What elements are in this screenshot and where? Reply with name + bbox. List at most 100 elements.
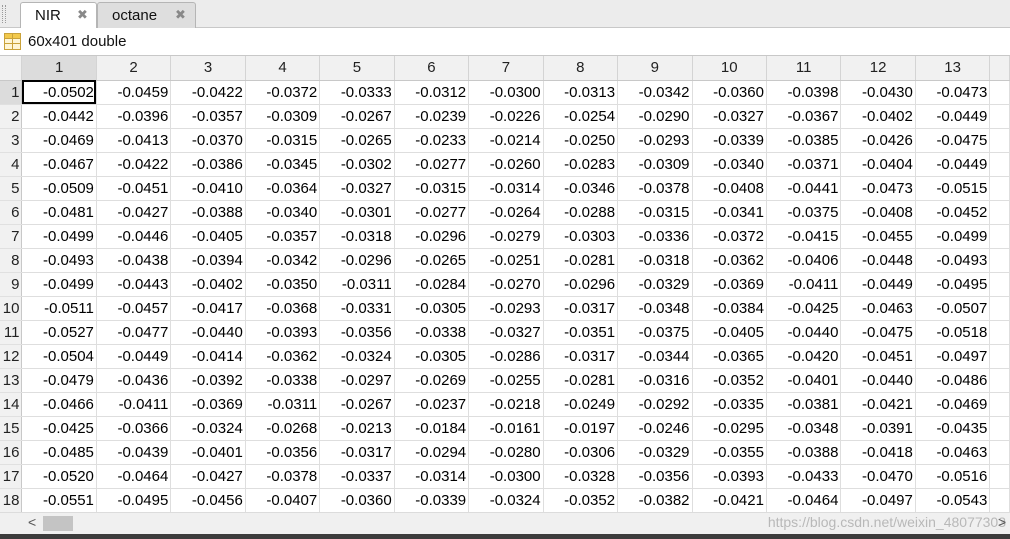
table-cell[interactable]: -0.0260	[468, 152, 544, 177]
table-cell[interactable]: -0.0385	[766, 128, 842, 153]
table-cell[interactable]: -0.0401	[766, 368, 842, 393]
table-cell[interactable]: -0.0543	[915, 488, 991, 512]
table-cell[interactable]: -0.0309	[617, 152, 693, 177]
column-header[interactable]: 2	[96, 56, 172, 81]
table-cell[interactable]: -0.0280	[468, 440, 544, 465]
table-cell[interactable]: -0.0459	[96, 80, 172, 105]
table-cell[interactable]: -0.0420	[766, 344, 842, 369]
table-cell[interactable]: -0.0293	[617, 128, 693, 153]
row-header[interactable]: 16	[0, 440, 23, 465]
table-cell[interactable]: -0.0313	[543, 80, 619, 105]
table-cell[interactable]: -0.0324	[319, 344, 395, 369]
table-cell[interactable]: -0.0367	[766, 104, 842, 129]
table-cell[interactable]: -0.0421	[692, 488, 767, 512]
table-cell[interactable]: -0.0338	[394, 320, 470, 345]
table-cell[interactable]: -0.0331	[319, 296, 395, 321]
table-cell[interactable]: -0.0449	[915, 152, 991, 177]
table-cell[interactable]: -0.0327	[468, 320, 544, 345]
table-cell[interactable]: -0.0338	[245, 368, 321, 393]
table-cell[interactable]: -0.0402	[840, 104, 916, 129]
table-cell[interactable]: -0.0414	[170, 344, 246, 369]
row-header[interactable]: 10	[0, 296, 23, 321]
row-header[interactable]: 8	[0, 248, 23, 273]
table-cell[interactable]: -0.0327	[319, 176, 395, 201]
table-cell[interactable]: -0.0477	[96, 320, 172, 345]
table-cell[interactable]: -0.0346	[543, 176, 619, 201]
table-cell[interactable]: -0.0371	[766, 152, 842, 177]
table-cell[interactable]: -0.0218	[468, 392, 544, 417]
table-cell[interactable]: -0.0475	[915, 128, 991, 153]
column-header[interactable]: 7	[468, 56, 544, 81]
table-cell[interactable]: -0.0312	[394, 80, 470, 105]
table-cell[interactable]: -0.0317	[319, 440, 395, 465]
table-cell[interactable]: -0.0421	[840, 392, 916, 417]
table-cell[interactable]: -0.0439	[96, 440, 172, 465]
table-cell[interactable]: -0.0469	[21, 128, 97, 153]
table-cell[interactable]: -0.0382	[617, 488, 693, 512]
table-cell[interactable]: -0.0336	[617, 224, 693, 249]
column-header[interactable]: 6	[394, 56, 470, 81]
table-cell[interactable]: -0.0527	[21, 320, 97, 345]
column-header[interactable]: 10	[692, 56, 767, 81]
table-cell[interactable]: -0.0281	[543, 368, 619, 393]
table-cell[interactable]: -0.0279	[468, 224, 544, 249]
drag-grip-icon[interactable]	[2, 5, 6, 23]
table-cell[interactable]: -0.0418	[840, 440, 916, 465]
table-cell[interactable]: -0.0356	[319, 320, 395, 345]
table-cell[interactable]: -0.0440	[766, 320, 842, 345]
row-header[interactable]: 5	[0, 176, 23, 201]
table-cell[interactable]: -0.0362	[692, 248, 767, 273]
table-cell[interactable]: -0.0372	[692, 224, 767, 249]
table-cell[interactable]: -0.0388	[170, 200, 246, 225]
table-cell[interactable]: -0.0398	[766, 80, 842, 105]
table-cell[interactable]: -0.0249	[543, 392, 619, 417]
column-header[interactable]: 8	[543, 56, 619, 81]
column-header[interactable]: 5	[319, 56, 395, 81]
table-cell[interactable]: -0.0293	[468, 296, 544, 321]
table-cell[interactable]: -0.0485	[21, 440, 97, 465]
table-cell[interactable]: -0.0436	[96, 368, 172, 393]
table-cell[interactable]: -0.0386	[170, 152, 246, 177]
table-cell[interactable]: -0.0309	[245, 104, 321, 129]
table-cell[interactable]: -0.0214	[468, 128, 544, 153]
table-cell[interactable]: -0.0388	[766, 440, 842, 465]
table-cell[interactable]: -0.0499	[21, 224, 97, 249]
table-cell[interactable]: -0.0427	[170, 464, 246, 489]
table-cell[interactable]: -0.0251	[468, 248, 544, 273]
table-cell[interactable]: -0.0360	[692, 80, 767, 105]
table-cell[interactable]: -0.0360	[319, 488, 395, 512]
table-cell[interactable]: -0.0233	[394, 128, 470, 153]
table-cell[interactable]: -0.0305	[394, 296, 470, 321]
table-cell[interactable]: -0.0413	[96, 128, 172, 153]
table-cell[interactable]: -0.0443	[96, 272, 172, 297]
table-cell[interactable]: -0.0269	[394, 368, 470, 393]
table-cell[interactable]: -0.0391	[840, 416, 916, 441]
table-cell[interactable]: -0.0344	[617, 344, 693, 369]
table-cell[interactable]: -0.0509	[21, 176, 97, 201]
table-cell[interactable]: -0.0381	[766, 392, 842, 417]
table-cell[interactable]: -0.0318	[617, 248, 693, 273]
table-cell[interactable]: -0.0277	[394, 152, 470, 177]
table-cell[interactable]: -0.0267	[319, 392, 395, 417]
table-cell[interactable]: -0.0486	[915, 368, 991, 393]
table-cell[interactable]: -0.0479	[21, 368, 97, 393]
table-cell[interactable]: -0.0448	[840, 248, 916, 273]
row-header[interactable]: 11	[0, 320, 23, 345]
table-cell[interactable]: -0.0520	[21, 464, 97, 489]
table-cell[interactable]: -0.0315	[394, 176, 470, 201]
table-cell[interactable]: -0.0324	[468, 488, 544, 512]
table-cell[interactable]: -0.0442	[21, 104, 97, 129]
table-cell[interactable]: -0.0497	[915, 344, 991, 369]
table-cell[interactable]: -0.0355	[692, 440, 767, 465]
column-header[interactable]: 11	[766, 56, 842, 81]
table-cell[interactable]: -0.0464	[766, 488, 842, 512]
table-cell[interactable]: -0.0422	[170, 80, 246, 105]
table-cell[interactable]: -0.0452	[915, 200, 991, 225]
table-cell[interactable]: -0.0499	[915, 224, 991, 249]
table-cell[interactable]: -0.0335	[692, 392, 767, 417]
table-cell[interactable]: -0.0404	[840, 152, 916, 177]
column-header[interactable]: 9	[617, 56, 693, 81]
table-cell[interactable]: -0.0356	[245, 440, 321, 465]
table-cell[interactable]: -0.0405	[692, 320, 767, 345]
table-cell[interactable]: -0.0318	[319, 224, 395, 249]
